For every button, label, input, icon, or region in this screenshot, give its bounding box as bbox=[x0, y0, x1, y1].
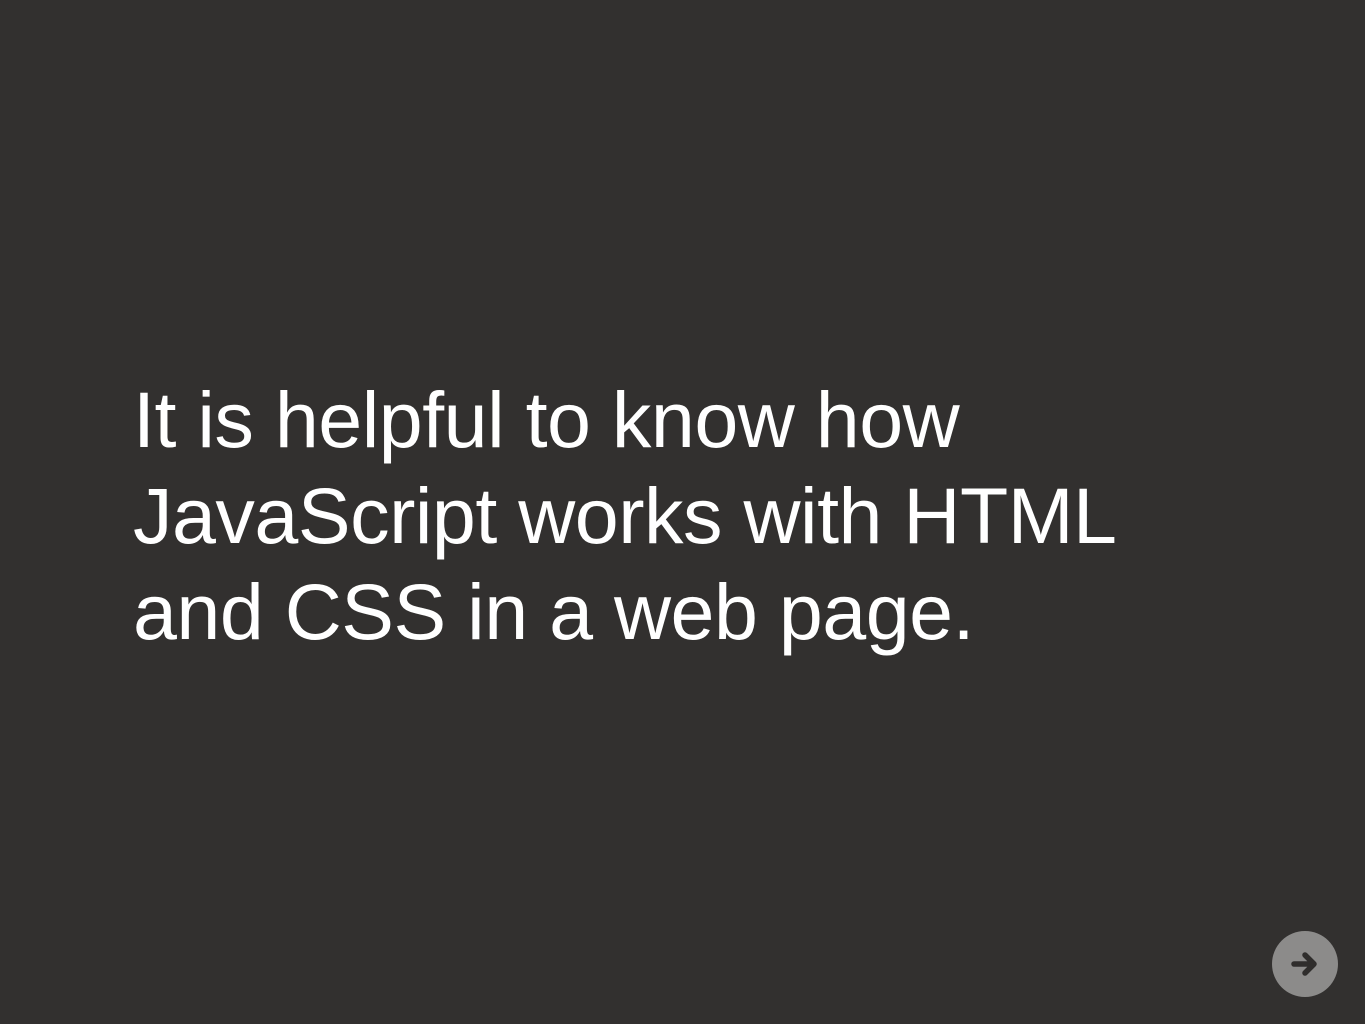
slide-line-2: JavaScript works with HTML bbox=[133, 471, 1117, 560]
slide-statement: It is helpful to know how JavaScript wor… bbox=[133, 372, 1233, 660]
slide: It is helpful to know how JavaScript wor… bbox=[0, 0, 1365, 1024]
slide-line-1: It is helpful to know how bbox=[133, 375, 960, 464]
next-slide-button[interactable] bbox=[1272, 931, 1338, 997]
slide-line-3: and CSS in a web page. bbox=[133, 567, 975, 656]
arrow-right-icon bbox=[1291, 952, 1317, 976]
